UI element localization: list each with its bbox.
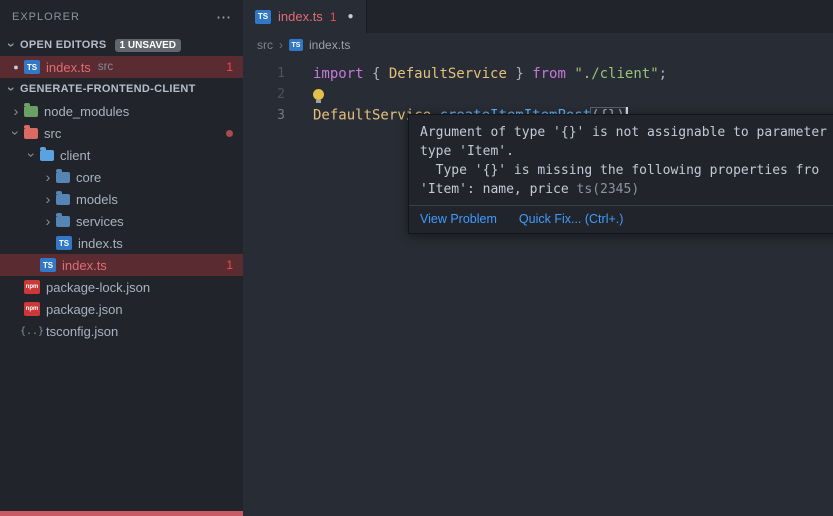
chevron-down-icon: ›	[4, 37, 20, 53]
ts-file-icon: TS	[289, 39, 303, 51]
code-text	[297, 87, 324, 103]
line-number: 2	[243, 87, 297, 102]
project-section-header[interactable]: › GENERATE-FRONTEND-CLIENT	[0, 78, 243, 100]
open-editor-file-name: index.ts	[46, 60, 91, 75]
tree-item-label: src	[44, 126, 61, 141]
ts-file-icon: TS	[24, 60, 40, 74]
quick-fix-link[interactable]: Quick Fix... (Ctrl+.)	[519, 212, 624, 226]
tab-index-ts[interactable]: TS index.ts 1 ●	[243, 0, 367, 33]
tree-item-node-modules[interactable]: › node_modules	[0, 100, 243, 122]
token-punctuation: {	[364, 66, 389, 82]
folder-icon	[56, 216, 70, 227]
tree-item-package-json[interactable]: npm package.json	[0, 298, 243, 320]
folder-icon	[56, 172, 70, 183]
tree-item-tsconfig-json[interactable]: {..} tsconfig.json	[0, 320, 243, 342]
chevron-right-icon: ›	[8, 103, 24, 119]
error-count-badge: 1	[226, 258, 233, 272]
project-label: GENERATE-FRONTEND-CLIENT	[20, 83, 196, 95]
tree-item-label: tsconfig.json	[46, 324, 118, 339]
tree-item-client-index-ts[interactable]: TS index.ts	[0, 232, 243, 254]
json-config-file-icon: {..}	[24, 326, 40, 337]
error-code: ts(2345)	[577, 182, 640, 197]
chevron-down-icon: ›	[8, 125, 24, 141]
ts-file-icon: TS	[40, 258, 56, 272]
more-actions-icon[interactable]: ⋯	[216, 8, 231, 26]
chevron-down-icon: ›	[4, 81, 20, 97]
open-editor-item-index-ts[interactable]: ● TS index.ts src 1	[0, 56, 243, 78]
editor-area: TS index.ts 1 ● src › TS index.ts 1 impo…	[243, 0, 833, 516]
tree-item-package-lock-json[interactable]: npm package-lock.json	[0, 276, 243, 298]
hover-text-line: Type '{}' is missing the following prope…	[420, 161, 833, 180]
chevron-right-icon: ›	[40, 169, 56, 185]
tab-error-count: 1	[330, 10, 337, 24]
tree-item-core[interactable]: › core	[0, 166, 243, 188]
code-line-1: 1 import { DefaultService } from "./clie…	[243, 63, 833, 84]
hover-text-line: type 'Item'.	[420, 142, 833, 161]
folder-icon	[24, 106, 38, 117]
tree-item-label: services	[76, 214, 124, 229]
npm-file-icon: npm	[24, 280, 40, 294]
modified-indicator-dot	[226, 130, 233, 137]
chevron-right-icon: ›	[40, 213, 56, 229]
open-editors-section-header[interactable]: › OPEN EDITORS 1 UNSAVED	[0, 34, 243, 56]
explorer-header: EXPLORER ⋯	[0, 0, 243, 34]
line-number: 1	[243, 66, 297, 81]
ts-file-icon: TS	[56, 236, 72, 250]
code-line-2: 2	[243, 84, 833, 105]
tab-bar: TS index.ts 1 ●	[243, 0, 833, 33]
dirty-dot-icon[interactable]: ●	[348, 11, 354, 22]
token-keyword: import	[313, 66, 364, 82]
folder-icon	[56, 194, 70, 205]
open-editors-label: OPEN EDITORS	[20, 39, 107, 51]
npm-file-icon: npm	[24, 302, 40, 316]
error-count-badge: 1	[226, 60, 233, 74]
explorer-sidebar: EXPLORER ⋯ › OPEN EDITORS 1 UNSAVED ● TS…	[0, 0, 243, 516]
code-text: import { DefaultService } from "./client…	[297, 66, 667, 82]
chevron-right-icon: ›	[279, 38, 283, 52]
chevron-down-icon: ›	[24, 147, 40, 163]
tree-item-label: client	[60, 148, 90, 163]
hover-actions: View Problem Quick Fix... (Ctrl+.)	[409, 205, 833, 233]
tree-item-src[interactable]: › src	[0, 122, 243, 144]
view-problem-link[interactable]: View Problem	[420, 212, 497, 226]
folder-icon	[24, 128, 38, 139]
breadcrumb[interactable]: src › TS index.ts	[243, 33, 833, 57]
dirty-dot-icon[interactable]: ●	[8, 62, 24, 72]
tree-item-label: node_modules	[44, 104, 129, 119]
tree-item-label: models	[76, 192, 118, 207]
tree-item-services[interactable]: › services	[0, 210, 243, 232]
folder-icon	[40, 150, 54, 161]
token-punctuation: }	[507, 66, 532, 82]
chevron-right-icon: ›	[40, 191, 56, 207]
tree-item-client[interactable]: › client	[0, 144, 243, 166]
tree-item-label: package-lock.json	[46, 280, 150, 295]
tree-item-src-index-ts[interactable]: TS index.ts 1	[0, 254, 243, 276]
tree-item-label: package.json	[46, 302, 123, 317]
line-number: 3	[243, 108, 297, 123]
token-string: "./client"	[574, 66, 658, 82]
token-keyword: from	[532, 66, 574, 82]
explorer-title: EXPLORER	[12, 11, 80, 23]
hover-text: 'Item': name, price	[420, 182, 577, 197]
token-punctuation: ;	[659, 66, 667, 82]
sidebar-bottom-strip	[0, 511, 243, 516]
unsaved-badge: 1 UNSAVED	[115, 39, 182, 52]
open-editor-file-folder: src	[98, 61, 113, 73]
tree-item-label: core	[76, 170, 101, 185]
token-type: DefaultService	[389, 66, 507, 82]
hover-text-line: 'Item': name, price ts(2345)	[420, 180, 833, 199]
tree-item-models[interactable]: › models	[0, 188, 243, 210]
hover-message: Argument of type '{}' is not assignable …	[409, 115, 833, 205]
breadcrumb-file[interactable]: index.ts	[309, 38, 350, 52]
tree-item-label: index.ts	[62, 258, 107, 273]
tree-item-label: index.ts	[78, 236, 123, 251]
lightbulb-icon[interactable]	[313, 89, 324, 100]
hover-text-line: Argument of type '{}' is not assignable …	[420, 123, 833, 142]
tab-label: index.ts	[278, 9, 323, 24]
error-hover-tooltip: Argument of type '{}' is not assignable …	[408, 114, 833, 234]
ts-file-icon: TS	[255, 10, 271, 24]
breadcrumb-folder[interactable]: src	[257, 38, 273, 52]
